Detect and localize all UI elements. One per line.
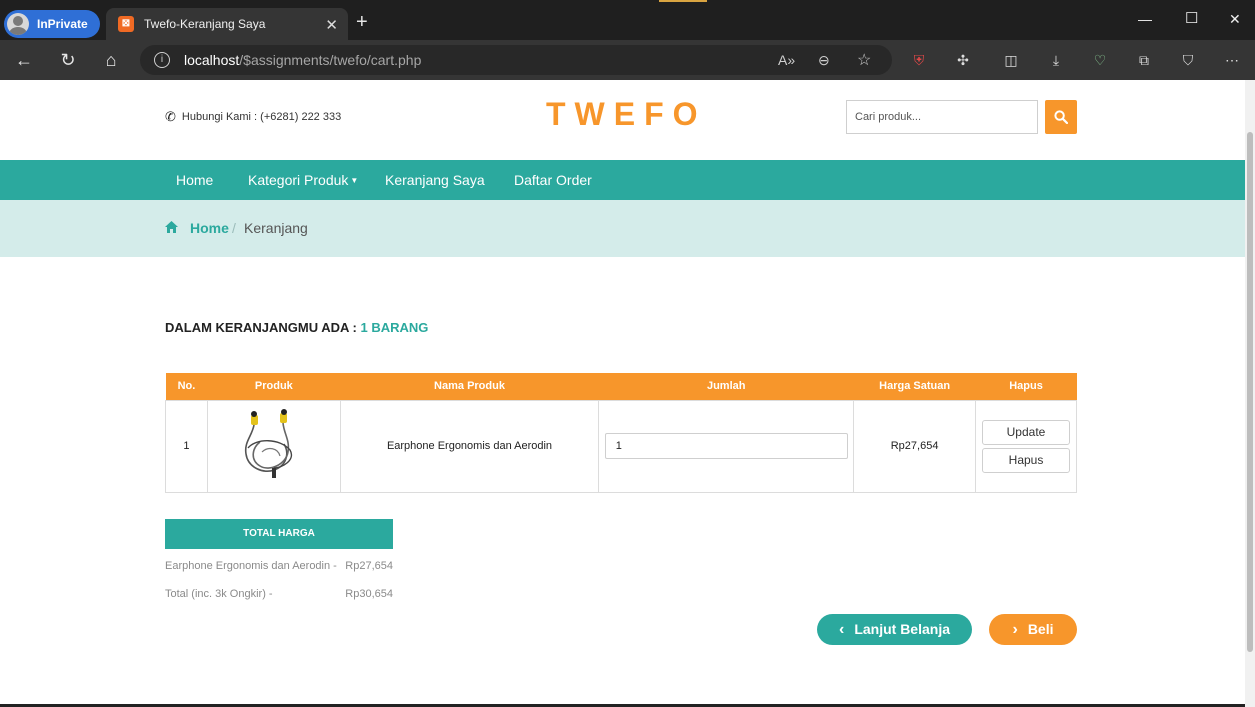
split-screen-icon[interactable]: ◫ — [1001, 50, 1021, 70]
minimize-icon[interactable]: — — [1138, 11, 1152, 27]
row-actions: Update Hapus — [975, 399, 1077, 493]
buy-label: Beli — [1027, 620, 1054, 637]
download-icon[interactable]: ⤓ — [1046, 50, 1066, 70]
extensions-icon[interactable]: ✣ — [953, 50, 973, 70]
col-nama-produk: Nama Produk — [340, 373, 599, 400]
new-tab-icon[interactable]: + — [356, 11, 368, 34]
delete-button[interactable]: Hapus — [982, 447, 1070, 473]
breadcrumb-home-link[interactable]: Home — [190, 220, 229, 236]
row-number: 1 — [165, 399, 208, 493]
maximize-icon[interactable]: ☐ — [1185, 9, 1198, 27]
inprivate-label: InPrivate — [37, 17, 88, 31]
browser-tab-active[interactable]: ⊠ Twefo-Keranjang Saya ✕ — [106, 8, 348, 40]
summary-item-value: Rp27,654 — [345, 560, 393, 572]
cart-item-count: 1 BARANG — [360, 320, 429, 335]
summary-total-row: Total (inc. 3k Ongkir) - Rp30,654 — [165, 588, 393, 600]
scrollbar-thumb[interactable] — [1247, 132, 1253, 652]
contact-text: Hubungi Kami : (+6281) 222 333 — [181, 111, 342, 123]
read-aloud-icon[interactable]: A» — [778, 52, 795, 68]
col-harga-satuan: Harga Satuan — [853, 373, 976, 400]
chevron-left-icon: ‹ — [838, 620, 845, 638]
browser-essentials-icon[interactable]: ⛉ — [1178, 50, 1198, 70]
col-hapus: Hapus — [975, 373, 1077, 400]
close-window-icon[interactable]: ✕ — [1229, 11, 1241, 28]
breadcrumb-current: Keranjang — [244, 220, 308, 236]
profile-icon — [7, 13, 29, 35]
screenshot-icon[interactable]: ⧉ — [1134, 50, 1154, 70]
zoom-out-icon[interactable]: ⊖ — [818, 52, 830, 69]
ublock-icon[interactable]: ⛨ — [909, 50, 929, 70]
continue-shopping-label: Lanjut Belanja — [854, 620, 950, 637]
col-jumlah: Jumlah — [598, 373, 854, 400]
summary-total-label: Total (inc. 3k Ongkir) - — [165, 588, 273, 600]
nav-daftar-order[interactable]: Daftar Order — [514, 172, 592, 188]
window-accent-line — [659, 0, 707, 2]
caret-down-icon: ▼ — [350, 176, 359, 185]
nav-keranjang-saya[interactable]: Keranjang Saya — [385, 172, 485, 188]
summary-item-row: Earphone Ergonomis dan Aerodin - Rp27,65… — [165, 560, 393, 572]
quantity-cell — [598, 399, 855, 493]
inprivate-badge[interactable]: InPrivate — [4, 10, 100, 38]
main-navigation: Home Kategori Produk ▼ Keranjang Saya Daf… — [0, 160, 1245, 200]
address-toolbar: ← ↻ ⌂ i localhost /$assignments/twefo/ca… — [0, 40, 1255, 80]
cart-count-heading: DALAM KERANJANGMU ADA : 1 BARANG — [165, 320, 428, 335]
summary-total-value: Rp30,654 — [345, 588, 393, 600]
nav-kategori-produk[interactable]: Kategori Produk ▼ — [248, 172, 358, 188]
web-page: ✆ Hubungi Kami : (+6281) 222 333 TWEFO H… — [0, 80, 1245, 707]
browser-window: InPrivate ⊠ Twefo-Keranjang Saya ✕ + — ☐… — [0, 0, 1255, 707]
more-menu-icon[interactable]: ⋯ — [1222, 50, 1242, 70]
contact-info: ✆ Hubungi Kami : (+6281) 222 333 — [165, 109, 341, 125]
tab-bar: InPrivate ⊠ Twefo-Keranjang Saya ✕ + — ☐… — [0, 0, 1255, 40]
continue-shopping-button[interactable]: ‹ Lanjut Belanja — [817, 614, 972, 645]
cart-title-prefix: DALAM KERANJANGMU ADA : — [165, 320, 361, 335]
nav-kategori-label: Kategori Produk — [248, 172, 349, 188]
table-row: 1 Earphone Ergonomis dan Aerodin 1 Rp27,… — [165, 399, 1077, 493]
quantity-input[interactable] — [604, 433, 848, 459]
product-image[interactable] — [206, 399, 341, 493]
url-path: /$assignments/twefo/cart.php — [239, 52, 422, 68]
summary-item-label: Earphone Ergonomis dan Aerodin - — [165, 560, 337, 572]
favorite-star-icon[interactable]: ☆ — [857, 50, 871, 70]
col-no: No. — [165, 373, 208, 400]
cart-table: No. Produk Nama Produk Jumlah Harga Satu… — [165, 373, 1077, 493]
search-button[interactable] — [1045, 100, 1077, 134]
performance-icon[interactable]: ♡ — [1090, 50, 1110, 70]
site-logo[interactable]: TWEFO — [546, 96, 707, 133]
tab-title: Twefo-Keranjang Saya — [144, 17, 266, 31]
url-host: localhost — [184, 52, 240, 68]
search-input[interactable] — [846, 100, 1038, 134]
unit-price: Rp27,654 — [853, 399, 976, 493]
total-price-heading: TOTAL HARGA — [165, 519, 393, 549]
close-tab-icon[interactable]: ✕ — [325, 16, 338, 34]
address-bar[interactable]: i localhost /$assignments/twefo/cart.php… — [140, 45, 892, 75]
phone-icon: ✆ — [165, 109, 176, 124]
xampp-favicon-icon: ⊠ — [118, 16, 134, 32]
home-icon[interactable]: ⌂ — [100, 49, 122, 71]
buy-button[interactable]: › Beli — [989, 614, 1077, 645]
nav-home[interactable]: Home — [176, 172, 213, 188]
product-name: Earphone Ergonomis dan Aerodin — [339, 399, 600, 493]
site-info-icon[interactable]: i — [154, 52, 170, 68]
col-produk: Produk — [207, 373, 341, 400]
chevron-right-icon: › — [1012, 620, 1018, 638]
refresh-icon[interactable]: ↻ — [57, 49, 79, 71]
back-icon[interactable]: ← — [13, 49, 35, 71]
breadcrumb-separator: / — [232, 220, 236, 236]
update-button[interactable]: Update — [982, 419, 1070, 445]
search-icon — [1054, 110, 1068, 124]
earphone-product-image — [244, 408, 292, 478]
home-breadcrumb-icon — [165, 221, 178, 233]
cart-table-header: No. Produk Nama Produk Jumlah Harga Satu… — [165, 373, 1077, 400]
page-scrollbar[interactable] — [1245, 80, 1255, 707]
breadcrumb: Home / Keranjang — [0, 200, 1245, 257]
